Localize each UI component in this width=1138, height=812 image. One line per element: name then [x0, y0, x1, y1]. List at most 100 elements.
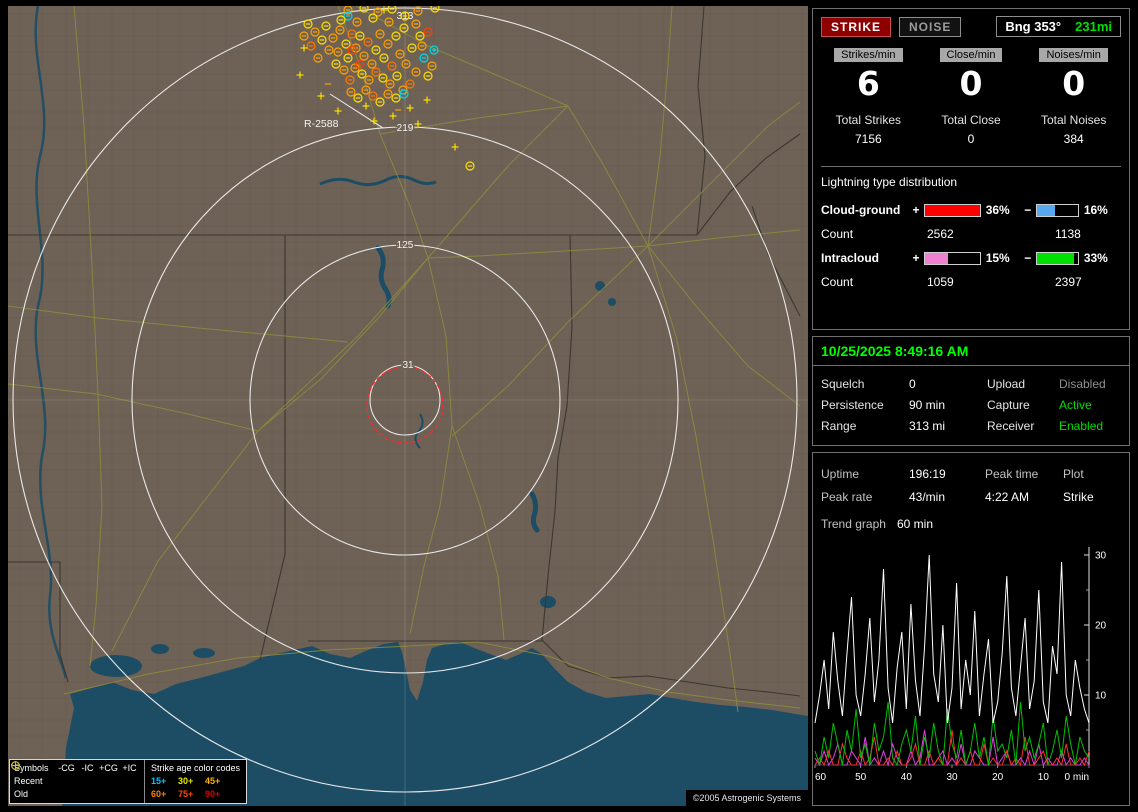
persistence-value: 90 min	[909, 397, 946, 412]
noises-per-min: Noises/min 0	[1022, 47, 1125, 103]
cg-pos-bar	[923, 203, 981, 217]
status-row-squelch: Squelch 0 Upload Disabled	[821, 373, 1121, 394]
panel-strike-stats: STRIKE NOISE Bng 353° 231mi Strikes/min …	[812, 8, 1130, 330]
legend-age-codes: Strike age color codes 15+ 30+ 45+ 60+ 75+ 9…	[144, 760, 246, 803]
ic-pos-bar	[923, 251, 981, 265]
legend-age-row-2: 60+ 75+ 90+	[151, 789, 221, 799]
cg-neg-count: 1138	[1055, 227, 1081, 241]
total-noises-label: Total Noises	[1040, 113, 1107, 127]
count-label: Count	[821, 227, 854, 241]
svg-text:40: 40	[901, 772, 913, 783]
svg-text:50: 50	[855, 772, 867, 783]
legend-symbols: Symbols -CG -IC +CG +IC Recent Old	[10, 760, 144, 803]
strike-indicator-button[interactable]: STRIKE	[821, 16, 892, 37]
close-per-min: Close/min 0	[920, 47, 1023, 103]
close-per-min-value: 0	[959, 64, 983, 103]
trend-graph-row: Trend graph 60 min	[821, 512, 1121, 535]
cg-neg-pct: 16%	[1083, 203, 1108, 217]
svg-text:30: 30	[946, 772, 958, 783]
strikes-per-min-value: 6	[856, 64, 880, 103]
cloud-ground-label: Cloud-ground	[821, 203, 901, 217]
close-per-min-label: Close/min	[939, 48, 1003, 62]
upload-state: Disabled	[1059, 376, 1106, 391]
status-row-range: Range 313 mi Receiver Enabled	[821, 415, 1121, 436]
legend-row-old: Old	[11, 761, 140, 801]
svg-text:0 min: 0 min	[1065, 772, 1089, 783]
cloud-ground-count-row: Count 2562 1138	[821, 221, 1121, 247]
trend-graph-label: Trend graph	[821, 516, 886, 531]
intracloud-label: Intracloud	[821, 251, 880, 265]
squelch-label: Squelch	[821, 376, 865, 391]
plot-value: Strike	[1063, 489, 1094, 504]
strikes-per-min: Strikes/min 6	[817, 47, 920, 103]
svg-text:10: 10	[1038, 772, 1050, 783]
noise-indicator-button[interactable]: NOISE	[899, 16, 962, 37]
legend-symbol-headers: Symbols -CG -IC +CG +IC	[14, 763, 137, 773]
receiver-label: Receiver	[987, 418, 1035, 433]
noises-per-min-label: Noises/min	[1039, 48, 1108, 62]
squelch-value: 0	[909, 376, 916, 391]
range-label: Range	[821, 418, 857, 433]
nexstorm-app: { "colors": { "land": "#6e6156", "water"…	[0, 0, 1138, 812]
plus-sign: +	[912, 203, 920, 217]
ring-label-219: 219	[397, 123, 414, 134]
session-row-2: Peak rate 43/min 4:22 AM Strike	[821, 485, 1121, 508]
legend-age-header: Strike age color codes	[151, 763, 241, 773]
total-strikes-value: 7156	[854, 132, 882, 146]
peak-time-value: 4:22 AM	[985, 489, 1030, 504]
cg-pos-count: 2562	[927, 227, 954, 241]
minus-sign: −	[1024, 251, 1032, 265]
legend-age-row-1: 15+ 30+ 45+	[151, 776, 221, 786]
session-row-1: Uptime 196:19 Peak time Plot	[821, 462, 1121, 485]
totals-row: Total Strikes 7156 Total Close 0 Total N…	[813, 113, 1129, 146]
status-row-persistence: Persistence 90 min Capture Active	[821, 394, 1121, 415]
capture-state: Active	[1059, 397, 1092, 412]
capture-label: Capture	[987, 397, 1030, 412]
panel-trend: Uptime 196:19 Peak time Plot Peak rate 4…	[812, 452, 1130, 806]
bearing-range-value: 231mi	[1075, 19, 1112, 34]
intracloud-count-row: Count 1059 2397	[821, 269, 1121, 295]
strikes-per-min-label: Strikes/min	[834, 48, 903, 62]
trend-graph-window: 60 min	[897, 516, 934, 531]
total-close-value: 0	[967, 132, 975, 146]
plus-sign: +	[912, 251, 920, 265]
bearing-value: Bng 353°	[1005, 19, 1062, 34]
map-canvas: 313 219 125 31 R-2588	[8, 6, 808, 806]
rates-row: Strikes/min 6 Close/min 0 Noises/min 0	[813, 47, 1129, 103]
distribution-title: Lightning type distribution	[821, 175, 958, 189]
panel-status: 10/25/2025 8:49:16 AM Squelch 0 Upload D…	[812, 336, 1130, 446]
lightning-type-distribution: Lightning type distribution Cloud-ground…	[821, 166, 1121, 295]
ic-pos-pct: 15%	[985, 251, 1010, 265]
peak-rate-value: 43/min	[909, 489, 946, 504]
ring-label-31: 31	[402, 360, 414, 371]
total-close-label: Total Close	[941, 113, 1001, 127]
ic-neg-pct: 33%	[1083, 251, 1108, 265]
total-noises: Total Noises 384	[1022, 113, 1125, 146]
svg-text:60: 60	[815, 772, 827, 783]
total-strikes-label: Total Strikes	[835, 113, 902, 127]
lightning-map[interactable]: 313 219 125 31 R-2588 Symbols -CG -IC +CG +I…	[8, 6, 808, 806]
count-label: Count	[821, 275, 854, 289]
trend-graph: 10 20 30 60 50 40 30 20 10 0 min	[814, 547, 1107, 783]
total-strikes: Total Strikes 7156	[817, 113, 920, 146]
ic-neg-bar	[1035, 251, 1079, 265]
peak-rate-label: Peak rate	[821, 489, 873, 504]
copyright-notice: ©2005 Astrogenic Systems	[685, 790, 808, 806]
cloud-ground-row: Cloud-ground + 36% − 16%	[821, 199, 1121, 221]
ic-neg-count: 2397	[1055, 275, 1082, 289]
ring-label-125: 125	[397, 240, 414, 251]
intracloud-row: Intracloud + 15% − 33%	[821, 247, 1121, 269]
receiver-state: Enabled	[1059, 418, 1104, 433]
peak-time-label: Peak time	[985, 466, 1039, 481]
datetime-display: 10/25/2025 8:49:16 AM	[813, 337, 1129, 366]
range-value: 313 mi	[909, 418, 946, 433]
persistence-label: Persistence	[821, 397, 884, 412]
legend-row-recent: Recent	[11, 761, 140, 788]
cg-pos-pct: 36%	[985, 203, 1010, 217]
minus-sign: −	[1024, 203, 1032, 217]
bearing-display: Bng 353° 231mi	[996, 16, 1121, 37]
sidebar: STRIKE NOISE Bng 353° 231mi Strikes/min …	[812, 0, 1130, 812]
upload-label: Upload	[987, 376, 1026, 391]
svg-text:10: 10	[1095, 691, 1107, 702]
uptime-value: 196:19	[909, 466, 946, 481]
